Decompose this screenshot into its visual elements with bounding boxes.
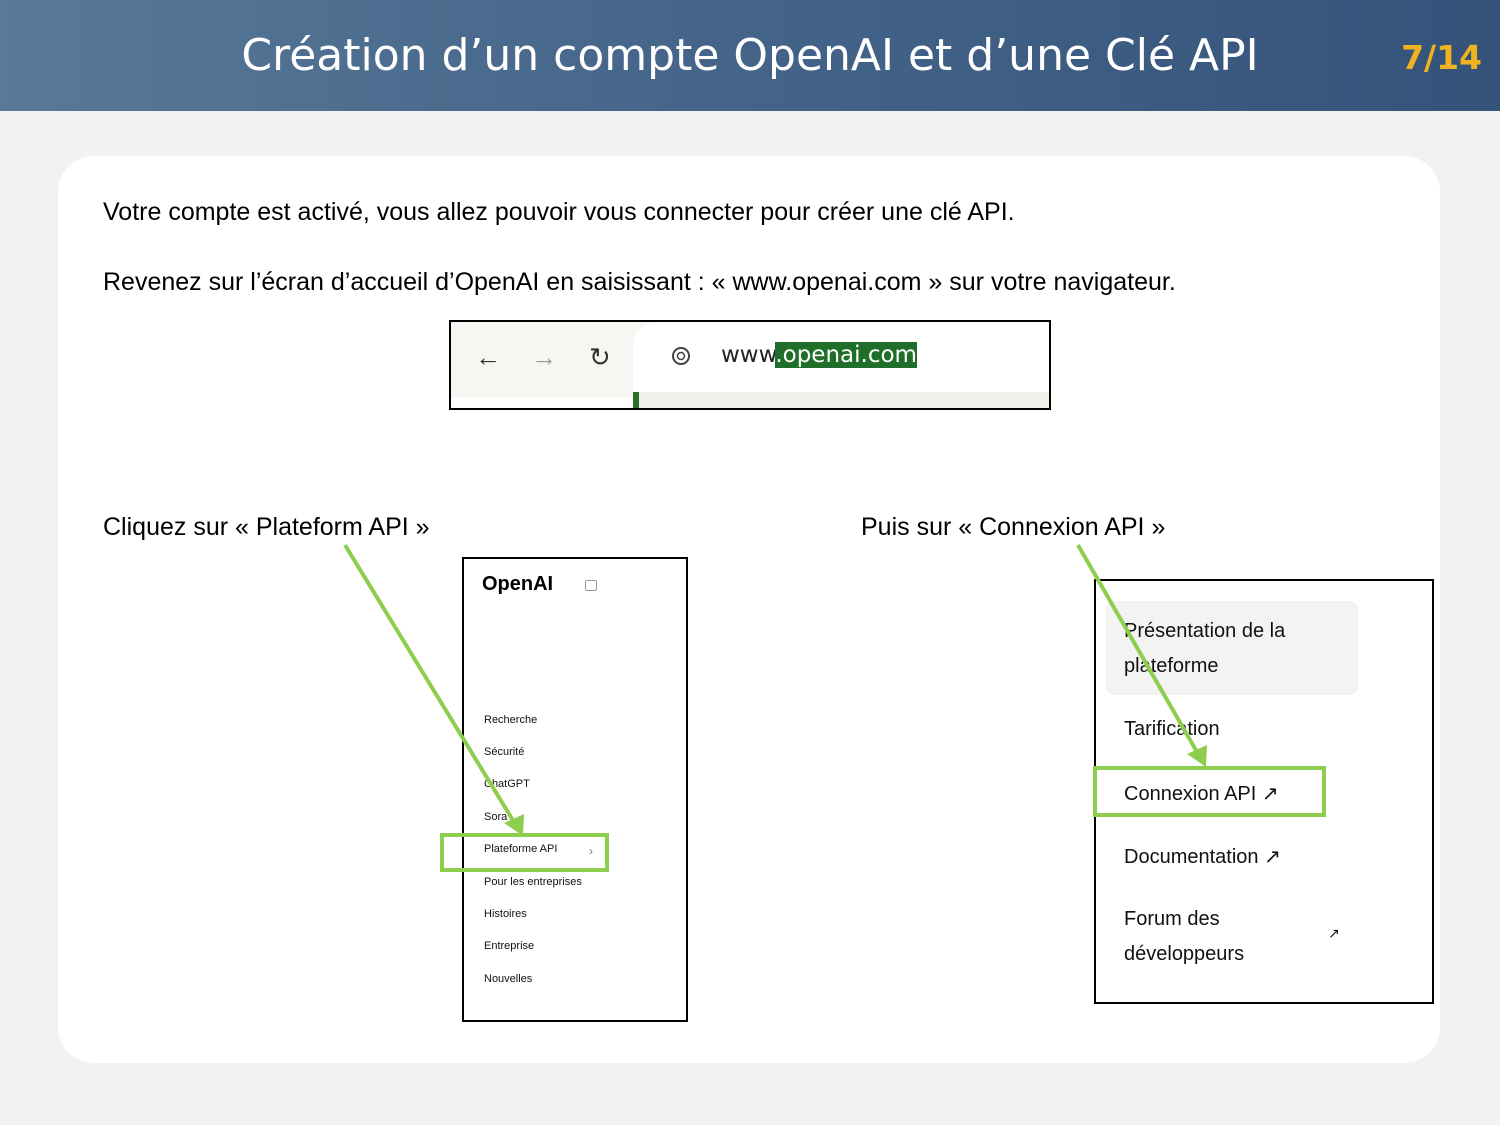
openai-logo[interactable]: OpenAI xyxy=(482,573,553,596)
menu-item-entreprise[interactable]: Entreprise xyxy=(484,940,534,952)
slide-header: Création d’un compte OpenAI et d’une Clé… xyxy=(0,0,1500,111)
menu-item-entreprises[interactable]: Pour les entreprises xyxy=(484,876,582,888)
instruction-activated: Votre compte est activé, vous allez pouv… xyxy=(103,198,1015,226)
menu-item-presentation[interactable]: Présentation de la xyxy=(1124,620,1285,643)
menu-item-documentation[interactable]: Documentation ↗ xyxy=(1124,844,1281,869)
external-link-icon: ↗ xyxy=(1328,925,1340,941)
reload-icon[interactable]: ↻ xyxy=(589,342,611,373)
back-arrow-icon[interactable]: ← xyxy=(475,342,501,373)
menu-item-forum[interactable]: Forum des xyxy=(1124,908,1220,931)
page-number: 7/14 xyxy=(1401,38,1482,77)
url-text[interactable]: www.openai.com xyxy=(721,342,917,368)
highlight-box-plateforme-api xyxy=(440,833,609,872)
menu-item-sora[interactable]: Sora xyxy=(484,811,507,823)
menu-item-tarification[interactable]: Tarification xyxy=(1124,718,1220,741)
menu-item-presentation-cont[interactable]: plateforme xyxy=(1124,655,1219,678)
hover-highlight xyxy=(1106,601,1358,695)
menu-item-recherche[interactable]: Recherche xyxy=(484,714,537,726)
menu-item-forum-cont[interactable]: développeurs xyxy=(1124,943,1244,966)
step-platform-api: Cliquez sur « Plateform API » xyxy=(103,513,430,541)
menu-item-histoires[interactable]: Histoires xyxy=(484,908,527,920)
browser-toolbar: ← → ↻ www.openai.com xyxy=(449,320,1051,410)
forward-arrow-icon[interactable]: → xyxy=(531,342,557,373)
sidebar-toggle-icon[interactable] xyxy=(585,580,597,591)
instruction-return-home: Revenez sur l’écran d’accueil d’OpenAI e… xyxy=(103,268,1176,296)
menu-item-securite[interactable]: Sécurité xyxy=(484,746,524,758)
url-selection: .openai.com xyxy=(775,342,917,368)
openai-logo-icon xyxy=(672,347,690,365)
openai-nav-menu: OpenAI Recherche Sécurité ChatGPT Sora P… xyxy=(462,557,688,1022)
highlight-box-connexion-api xyxy=(1093,766,1326,817)
menu-item-nouvelles[interactable]: Nouvelles xyxy=(484,973,532,985)
slide-title: Création d’un compte OpenAI et d’une Clé… xyxy=(241,30,1259,81)
step-connexion-api: Puis sur « Connexion API » xyxy=(861,513,1166,541)
menu-item-chatgpt[interactable]: ChatGPT xyxy=(484,778,530,790)
